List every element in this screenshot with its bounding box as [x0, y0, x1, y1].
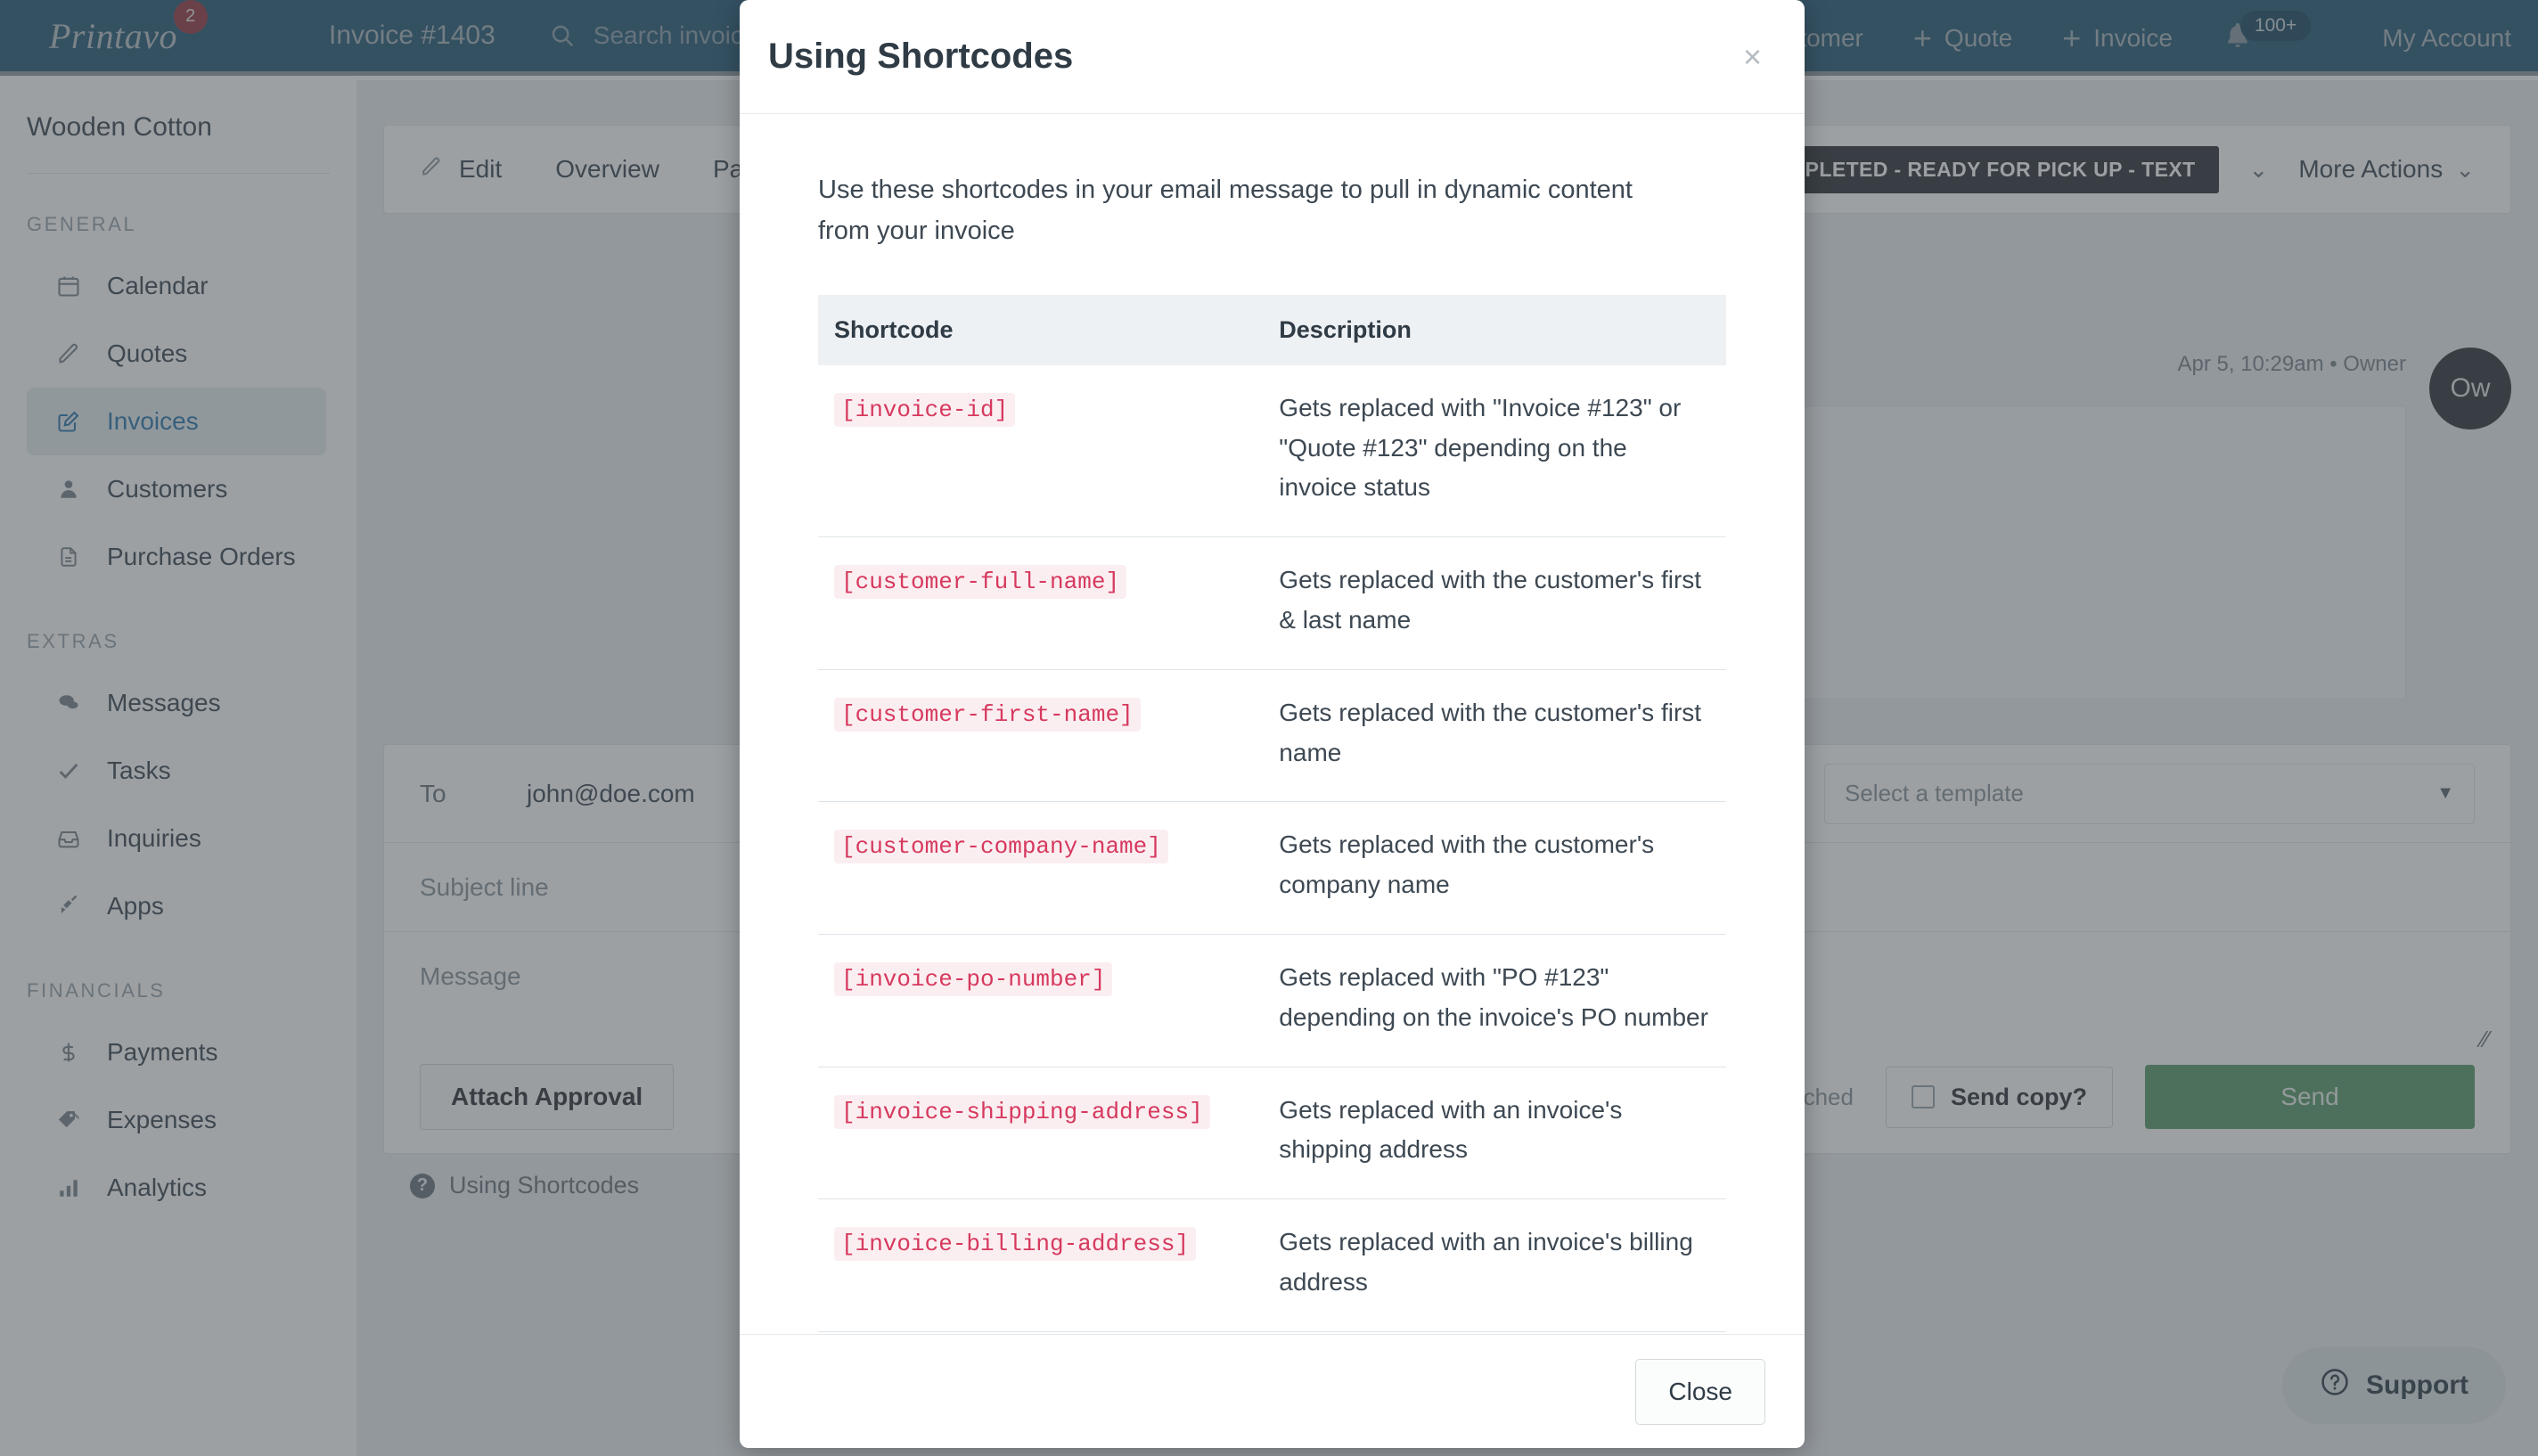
cell-description: Gets replaced with the customer's first … — [1263, 536, 1726, 670]
shortcode-description: Gets replaced with the customer's compan… — [1279, 830, 1655, 899]
cell-shortcode: [customer-company-name] — [818, 801, 1264, 935]
shortcode-token: [invoice-id] — [834, 392, 1016, 427]
cell-description: Gets replaced with "PO #123" depending o… — [1263, 933, 1726, 1067]
table-row: [invoice-billing-address] Gets replaced w… — [818, 1198, 1726, 1332]
cell-shortcode: [invoice-id] — [818, 365, 1263, 537]
shortcode-description: Gets replaced with the customer's first … — [1279, 698, 1702, 766]
shortcode-description: Gets replaced with an invoice's billing … — [1279, 1228, 1693, 1296]
table-body: [invoice-id] Gets replaced with "Invoice … — [818, 365, 1726, 1334]
shortcode-token: [customer-first-name] — [834, 697, 1141, 732]
shortcode-token: [invoice-shipping-address] — [834, 1094, 1210, 1129]
shortcode-description: Gets replaced with an invoice's shipping… — [1279, 1095, 1623, 1164]
modal-intro-text: Use these shortcodes in your email messa… — [818, 176, 1633, 246]
column-header-shortcode: Shortcode — [818, 294, 1264, 365]
cell-shortcode: [invoice-po-number] — [818, 933, 1264, 1067]
table-row: [customer-first-name] Gets replaced with … — [818, 668, 1726, 802]
shortcode-description: Gets replaced with the customer's first … — [1279, 566, 1702, 634]
modal-footer: Close — [740, 1334, 1805, 1448]
close-icon[interactable]: × — [1731, 32, 1774, 82]
table-row: [invoice-shipping-address] Gets replaced … — [818, 1066, 1726, 1199]
cell-shortcode: [invoice-shipping-address] — [818, 1066, 1264, 1199]
modal-body: Use these shortcodes in your email messa… — [740, 114, 1805, 1334]
cell-shortcode: [customer-first-name] — [818, 668, 1264, 802]
table-header-row: Shortcode Description — [818, 294, 1726, 365]
cell-shortcode: [customer-full-name] — [818, 536, 1264, 670]
cell-shortcode: [invoice-billing-address] — [818, 1198, 1264, 1332]
column-header-description: Description — [1263, 294, 1726, 365]
close-button[interactable]: Close — [1635, 1358, 1765, 1425]
cell-description: Gets replaced with an invoice's billing … — [1263, 1198, 1726, 1332]
shortcode-token: [invoice-billing-address] — [834, 1227, 1197, 1262]
shortcodes-table: Shortcode Description [invoice-id] Gets r… — [818, 294, 1726, 1334]
table-row: [customer-company-name] Gets replaced wit… — [818, 801, 1726, 935]
shortcode-token: [invoice-po-number] — [834, 961, 1113, 996]
shortcode-token: [customer-company-name] — [834, 830, 1168, 864]
modal-header: Using Shortcodes × — [740, 0, 1805, 114]
table-header: Shortcode Description — [818, 294, 1726, 365]
shortcode-description: Gets replaced with "Invoice #123" or "Qu… — [1279, 393, 1682, 502]
table-row: [invoice-id] Gets replaced with "Invoice … — [818, 365, 1726, 537]
table-row: [customer-full-name] Gets replaced with t… — [818, 536, 1726, 670]
modal-title: Using Shortcodes — [768, 37, 1074, 76]
cell-description: Gets replaced with the customer's first … — [1263, 668, 1726, 802]
cell-description: Gets replaced with the customer's compan… — [1263, 801, 1726, 935]
screen: Printavo 2 Invoice #1403 Search invoices… — [0, 0, 2538, 1456]
using-shortcodes-modal: Using Shortcodes × Use these shortcodes … — [740, 0, 1805, 1448]
shortcode-description: Gets replaced with "PO #123" depending o… — [1279, 962, 1708, 1031]
cell-description: Gets replaced with "Invoice #123" or "Qu… — [1263, 365, 1726, 537]
cell-description: Gets replaced with an invoice's shipping… — [1263, 1066, 1726, 1199]
shortcode-token: [customer-full-name] — [834, 565, 1127, 600]
table-row: [invoice-po-number] Gets replaced with "P… — [818, 933, 1726, 1067]
